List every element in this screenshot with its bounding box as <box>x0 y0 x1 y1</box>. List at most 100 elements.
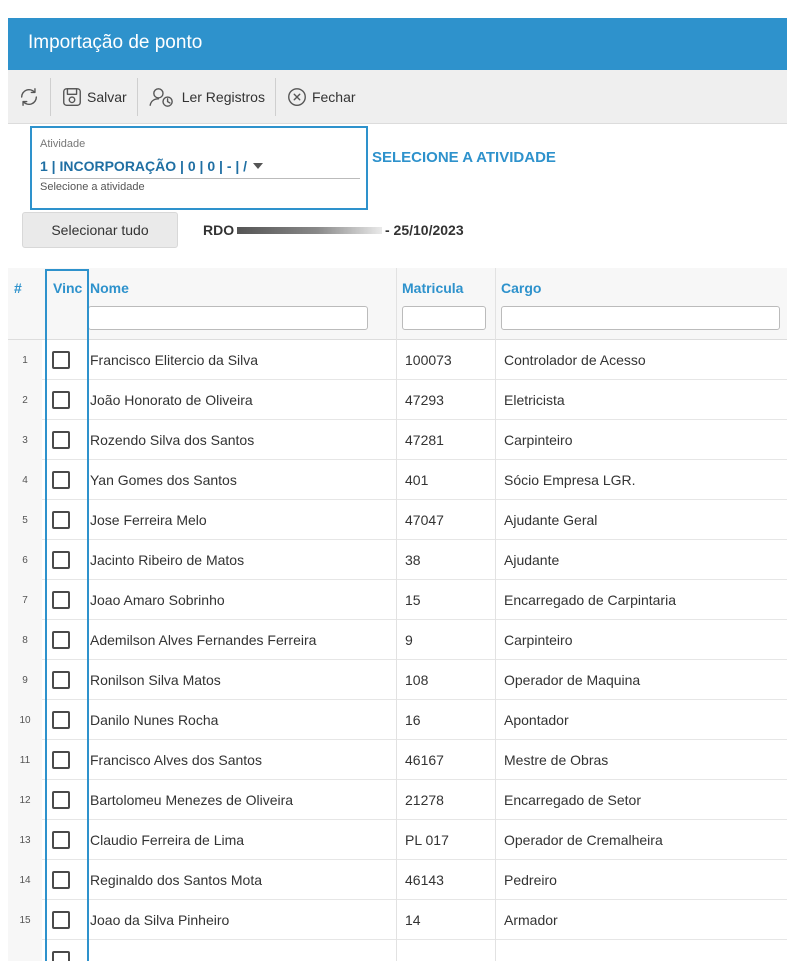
vinc-checkbox[interactable] <box>52 391 70 409</box>
col-header-cargo[interactable]: Cargo <box>501 280 541 296</box>
employee-name: Claudio Ferreira de Lima <box>90 832 245 848</box>
refresh-icon <box>18 86 40 108</box>
atividade-hint: Selecione a atividade <box>40 181 145 193</box>
table-row[interactable]: 15 Joao da Silva Pinheiro 14 Armador <box>8 900 787 940</box>
refresh-button[interactable] <box>8 77 51 116</box>
employee-name: Jose Ferreira Melo <box>90 512 207 528</box>
employee-cargo: Armador <box>504 912 558 928</box>
read-records-label: Ler Registros <box>181 88 265 105</box>
employee-matricula: 401 <box>405 472 429 488</box>
table-row[interactable]: 14 Reginaldo dos Santos Mota 46143 Pedreiro <box>8 860 787 900</box>
row-number: 13 <box>8 820 42 860</box>
save-label: Salvar <box>87 88 127 105</box>
vinc-checkbox[interactable] <box>52 951 70 961</box>
table-row[interactable]: 2 João Honorato de Oliveira 47293 Eletricis… <box>8 380 787 420</box>
row-number: 8 <box>8 620 42 660</box>
select-activity-prompt: SELECIONE A ATIVIDADE <box>372 149 556 166</box>
vinc-checkbox[interactable] <box>52 831 70 849</box>
employee-name: Joao Amaro Sobrinho <box>90 592 225 608</box>
employee-name: Francisco Alves dos Santos <box>90 752 262 768</box>
employee-name: Reginaldo dos Santos Mota <box>90 872 262 888</box>
col-header-matricula[interactable]: Matricula <box>402 280 463 296</box>
employee-name: Ademilson Alves Fernandes Ferreira <box>90 632 317 648</box>
vinc-checkbox[interactable] <box>52 711 70 729</box>
employee-grid: # Vinc Nome Matricula Cargo 1 Francisco E… <box>8 268 787 961</box>
atividade-underline <box>40 178 360 179</box>
employee-matricula: 47047 <box>405 512 444 528</box>
row-number: 14 <box>8 860 42 900</box>
vinc-checkbox[interactable] <box>52 871 70 889</box>
employee-cargo: Controlador de Acesso <box>504 352 646 368</box>
table-row[interactable]: 7 Joao Amaro Sobrinho 15 Encarregado de Car… <box>8 580 787 620</box>
vinc-checkbox[interactable] <box>52 431 70 449</box>
row-number: 4 <box>8 460 42 500</box>
employee-name: Jacinto Ribeiro de Matos <box>90 552 245 568</box>
table-row[interactable]: 13 Claudio Ferreira de Lima PL 017 Operador… <box>8 820 787 860</box>
filter-matricula-input[interactable] <box>402 306 486 330</box>
table-row[interactable] <box>8 940 787 961</box>
table-row[interactable]: 9 Ronilson Silva Matos 108 Operador de Maqu… <box>8 660 787 700</box>
read-records-button[interactable]: Ler Registros <box>138 77 276 116</box>
table-row[interactable]: 3 Rozendo Silva dos Santos 47281 Carpinteir… <box>8 420 787 460</box>
row-number: 10 <box>8 700 42 740</box>
close-button[interactable]: Fechar <box>276 78 366 116</box>
rdo-label: RDO <box>203 222 235 238</box>
table-row[interactable]: 8 Ademilson Alves Fernandes Ferreira 9 Carp… <box>8 620 787 660</box>
employee-cargo: Encarregado de Setor <box>504 792 641 808</box>
table-row[interactable]: 4 Yan Gomes dos Santos 401 Sócio Empresa LG… <box>8 460 787 500</box>
chevron-down-icon[interactable] <box>253 163 264 169</box>
table-row[interactable]: 5 Jose Ferreira Melo 47047 Ajudante Geral <box>8 500 787 540</box>
select-all-button[interactable]: Selecionar tudo <box>22 212 178 248</box>
filter-cargo-input[interactable] <box>501 306 780 330</box>
vinc-checkbox[interactable] <box>52 751 70 769</box>
vinc-checkbox[interactable] <box>52 631 70 649</box>
save-icon <box>61 86 83 108</box>
table-row[interactable]: 11 Francisco Alves dos Santos 46167 Mestre … <box>8 740 787 780</box>
employee-cargo: Sócio Empresa LGR. <box>504 472 636 488</box>
employee-name: Bartolomeu Menezes de Oliveira <box>90 792 294 808</box>
row-number: 1 <box>8 340 42 380</box>
table-row[interactable]: 10 Danilo Nunes Rocha 16 Apontador <box>8 700 787 740</box>
rdo-redacted-bar <box>237 227 382 234</box>
employee-matricula: 16 <box>405 712 421 728</box>
vinc-checkbox[interactable] <box>52 911 70 929</box>
table-row[interactable]: 1 Francisco Elitercio da Silva 100073 Contr… <box>8 340 787 380</box>
window-title: Importação de ponto <box>28 32 203 53</box>
employee-matricula: 108 <box>405 672 429 688</box>
vinc-checkbox[interactable] <box>52 791 70 809</box>
employee-cargo: Ajudante Geral <box>504 512 598 528</box>
column-divider <box>396 268 397 961</box>
atividade-value[interactable]: 1 | INCORPORAÇÃO | 0 | 0 | - | / <box>40 158 366 174</box>
employee-matricula: 46143 <box>405 872 444 888</box>
col-header-nome[interactable]: Nome <box>90 280 129 296</box>
atividade-select[interactable]: Atividade 1 | INCORPORAÇÃO | 0 | 0 | - |… <box>30 126 368 210</box>
rdo-date: - 25/10/2023 <box>385 222 464 238</box>
grid-header: # Vinc Nome Matricula Cargo <box>8 268 787 340</box>
employee-matricula: PL 017 <box>405 832 449 848</box>
employee-cargo: Carpinteiro <box>504 432 573 448</box>
employee-cargo: Ajudante <box>504 552 560 568</box>
row-number: 15 <box>8 900 42 940</box>
save-button[interactable]: Salvar <box>51 77 138 116</box>
vinc-checkbox[interactable] <box>52 671 70 689</box>
employee-matricula: 14 <box>405 912 421 928</box>
row-number: 7 <box>8 580 42 620</box>
employee-matricula: 21278 <box>405 792 444 808</box>
filter-nome-input[interactable] <box>88 306 368 330</box>
row-number: 3 <box>8 420 42 460</box>
employee-name: Yan Gomes dos Santos <box>90 472 237 488</box>
table-row[interactable]: 12 Bartolomeu Menezes de Oliveira 21278 Enc… <box>8 780 787 820</box>
vinc-checkbox[interactable] <box>52 351 70 369</box>
employee-cargo: Apontador <box>504 712 569 728</box>
table-row[interactable]: 6 Jacinto Ribeiro de Matos 38 Ajudante <box>8 540 787 580</box>
employee-cargo: Mestre de Obras <box>504 752 609 768</box>
vinc-checkbox[interactable] <box>52 591 70 609</box>
vinc-checkbox[interactable] <box>52 471 70 489</box>
col-header-vinc[interactable]: Vinc <box>53 280 82 296</box>
vinc-checkbox[interactable] <box>52 511 70 529</box>
employee-cargo: Pedreiro <box>504 872 557 888</box>
employee-name: Danilo Nunes Rocha <box>90 712 219 728</box>
vinc-checkbox[interactable] <box>52 551 70 569</box>
employee-matricula: 9 <box>405 632 413 648</box>
close-circle-icon <box>286 86 308 108</box>
